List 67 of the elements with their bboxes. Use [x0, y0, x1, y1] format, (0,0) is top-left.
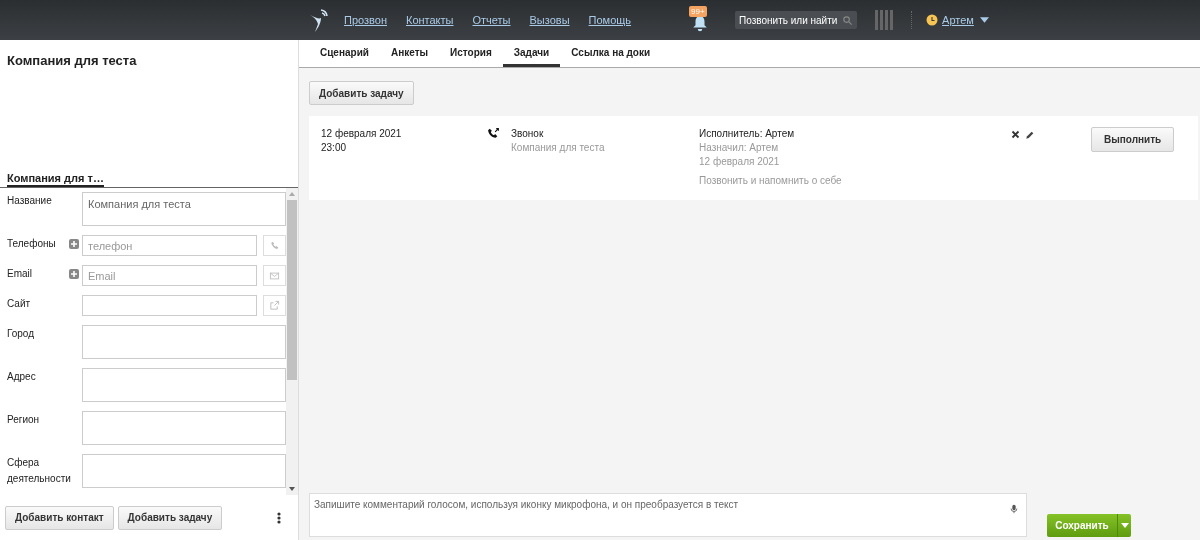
- task-assigned-date: 12 февраля 2021: [699, 155, 781, 169]
- tab[interactable]: Ссылка на доки: [560, 40, 662, 67]
- text-field[interactable]: [82, 325, 286, 359]
- add-icon[interactable]: [69, 269, 79, 279]
- search-icon: [842, 14, 854, 26]
- field-label: Email: [7, 267, 33, 281]
- input-field[interactable]: телефон: [82, 235, 257, 256]
- task-date: 12 февраля 2021: [321, 127, 403, 141]
- complete-button[interactable]: Выполнить: [1091, 127, 1175, 152]
- scroll-down-icon: [289, 487, 295, 491]
- company-title: Компания для теста: [7, 53, 137, 68]
- user-menu-link[interactable]: Артем: [942, 14, 974, 26]
- task-assigned: Назначил: Артем: [699, 141, 780, 155]
- field-label: Телефоны: [7, 237, 57, 251]
- tab[interactable]: Сценарий: [309, 40, 380, 67]
- nav-link[interactable]: Помощь: [588, 14, 632, 26]
- sidebar-tab[interactable]: Компания для т…: [7, 169, 104, 187]
- text-field[interactable]: Компания для теста: [82, 192, 286, 226]
- task-company: Компания для теста: [511, 141, 606, 155]
- field-label: Название: [7, 194, 53, 208]
- nav-link[interactable]: Отчеты: [472, 14, 511, 26]
- more-icon: [277, 511, 281, 524]
- task-executor: Исполнитель: Артем: [699, 127, 796, 141]
- close-icon[interactable]: [1011, 130, 1020, 139]
- add-task-button[interactable]: Добавить задачу: [309, 81, 414, 105]
- comment-field[interactable]: Запишите комментарий голосом, используя иконку микрофона, и он преобразуется в текст: [309, 493, 1027, 537]
- bell-icon: [691, 14, 710, 32]
- nav-link[interactable]: Вызовы: [529, 14, 570, 26]
- scrollbar[interactable]: [286, 188, 298, 495]
- save-options-button[interactable]: [1117, 514, 1131, 537]
- bars-icon: [875, 10, 894, 30]
- input-field[interactable]: [82, 295, 257, 316]
- clock-icon: [926, 14, 939, 26]
- sidebar-button[interactable]: Добавить задачу: [117, 505, 223, 530]
- text-field[interactable]: [82, 411, 286, 445]
- caret-icon: [979, 17, 989, 23]
- sidebar-button[interactable]: Добавить контакт: [5, 505, 114, 530]
- task-time: 23:00: [321, 141, 348, 155]
- text-field[interactable]: [82, 454, 286, 488]
- field-action-button[interactable]: [263, 235, 286, 256]
- notification-badge: 99+: [689, 6, 707, 17]
- task-type: Звонок: [511, 127, 545, 141]
- tab[interactable]: История: [439, 40, 503, 67]
- add-icon[interactable]: [69, 239, 79, 249]
- field-label: Адрес: [7, 370, 37, 384]
- text-field[interactable]: [82, 368, 286, 402]
- phone-icon: [269, 240, 280, 251]
- field-label: Регион: [7, 413, 41, 427]
- envelope-icon: [269, 270, 280, 281]
- nav-link[interactable]: Контакты: [406, 14, 454, 26]
- search-field[interactable]: Позвонить или найти: [735, 11, 858, 29]
- phone-call-icon: [487, 127, 500, 140]
- scroll-up-icon: [289, 192, 295, 196]
- tab[interactable]: Задачи: [502, 40, 561, 67]
- nav-link[interactable]: Прозвон: [344, 14, 387, 26]
- microphone-icon[interactable]: [1009, 503, 1019, 515]
- field-label: Город: [7, 327, 36, 341]
- input-field[interactable]: Email: [82, 265, 257, 286]
- pencil-icon[interactable]: [1025, 130, 1035, 140]
- field-label: Сайт: [7, 297, 32, 311]
- external-link-icon: [269, 300, 280, 311]
- field-action-button[interactable]: [263, 265, 286, 286]
- field-action-button[interactable]: [263, 295, 286, 316]
- task-note: Позвонить и напомнить о себе: [699, 174, 843, 188]
- field-label: Сфера деятельности: [7, 456, 69, 486]
- caret-icon: [1120, 523, 1129, 528]
- tab[interactable]: Анкеты: [379, 40, 440, 67]
